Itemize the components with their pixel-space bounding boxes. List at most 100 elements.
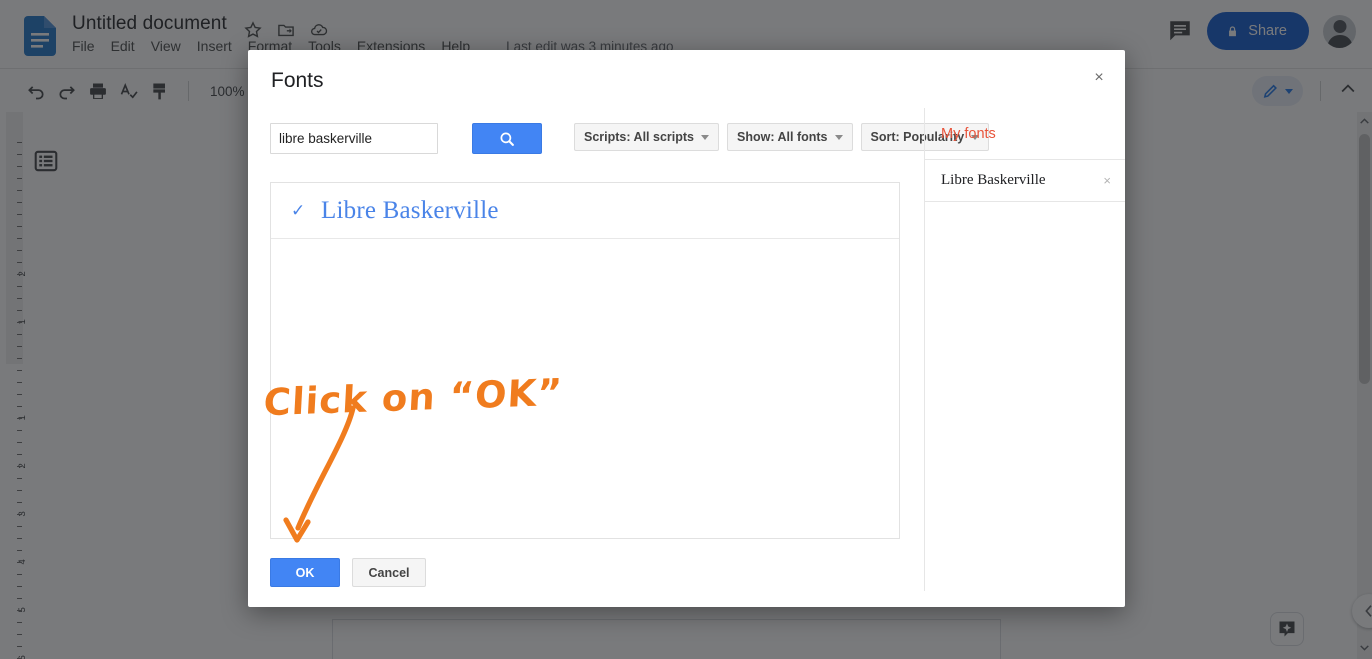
collapse-toolbar-button[interactable]: [1338, 79, 1358, 104]
search-icon: [500, 132, 514, 146]
paint-format-icon[interactable]: [150, 81, 170, 101]
list-item[interactable]: ✓ Libre Baskerville: [271, 183, 899, 239]
ruler-tick: [17, 562, 22, 563]
font-name-label: Libre Baskerville: [321, 196, 499, 224]
document-title[interactable]: Untitled document: [72, 13, 227, 35]
close-icon[interactable]: ×: [1087, 66, 1111, 90]
vertical-scrollbar[interactable]: [1357, 112, 1372, 659]
ruler-tick: [17, 286, 22, 287]
fonts-dialog: Fonts × Scripts: All scripts Show: All f…: [248, 50, 1125, 607]
ruler-tick: [17, 250, 22, 251]
ruler-tick: [17, 478, 22, 479]
font-results-list: ✓ Libre Baskerville: [270, 182, 900, 539]
menu-item-file[interactable]: File: [72, 38, 95, 54]
lock-icon: [1229, 25, 1237, 36]
scroll-down-arrow-icon[interactable]: [1358, 641, 1371, 656]
scripts-filter-label: Scripts: All scripts: [584, 130, 694, 144]
redo-icon[interactable]: [57, 81, 77, 101]
vertical-ruler[interactable]: 211234567891011: [6, 112, 28, 659]
my-fonts-heading: My fonts: [925, 108, 1125, 160]
cancel-button[interactable]: Cancel: [352, 558, 426, 587]
ruler-tick: [17, 262, 22, 263]
user-avatar[interactable]: [1323, 14, 1356, 48]
ruler-tick: [17, 406, 22, 407]
ruler-tick: [17, 274, 22, 275]
ruler-tick: [17, 466, 22, 467]
ruler-tick: [17, 622, 22, 623]
search-button[interactable]: [472, 123, 542, 154]
scripts-filter[interactable]: Scripts: All scripts: [574, 123, 719, 151]
checkmark-icon: ✓: [291, 201, 306, 220]
search-input[interactable]: [270, 123, 438, 154]
show-filter-label: Show: All fonts: [737, 130, 828, 144]
ruler-tick: [17, 202, 22, 203]
ruler-tick: [17, 610, 22, 611]
move-to-folder-icon[interactable]: [276, 20, 296, 40]
editing-mode-button[interactable]: [1252, 76, 1303, 106]
ruler-tick: [17, 526, 22, 527]
ruler-tick: [17, 646, 22, 647]
share-button-label: Share: [1248, 23, 1287, 39]
screen: Untitled document File Edit View Insert …: [0, 0, 1372, 659]
ruler-tick: [17, 382, 22, 383]
ruler-tick: [17, 634, 22, 635]
gemini-assist-button[interactable]: [1270, 612, 1304, 646]
ruler-tick: [17, 538, 22, 539]
ruler-tick: [17, 430, 22, 431]
collapse-side-panel-button[interactable]: [1352, 594, 1372, 628]
share-button[interactable]: Share: [1207, 12, 1309, 50]
undo-icon[interactable]: [26, 81, 46, 101]
menu-item-view[interactable]: View: [151, 38, 181, 54]
list-item[interactable]: Libre Baskerville ×: [925, 160, 1125, 202]
ruler-tick: [17, 418, 22, 419]
ruler-tick: [17, 598, 22, 599]
my-fonts-panel: My fonts Libre Baskerville ×: [924, 108, 1125, 591]
document-outline-icon[interactable]: [33, 148, 59, 174]
star-icon[interactable]: [243, 20, 263, 40]
menu-item-edit[interactable]: Edit: [111, 38, 135, 54]
ruler-tick: [17, 490, 22, 491]
ok-button[interactable]: OK: [270, 558, 340, 587]
show-filter[interactable]: Show: All fonts: [727, 123, 853, 151]
ruler-tick: [17, 370, 22, 371]
ruler-tick: [17, 454, 22, 455]
ruler-tick: [17, 358, 22, 359]
chevron-down-icon: [1285, 88, 1293, 94]
dialog-footer: OK Cancel: [270, 558, 426, 587]
comment-icon[interactable]: [1167, 18, 1193, 44]
header-right-actions: Share: [1167, 12, 1356, 50]
ruler-tick: [17, 502, 22, 503]
ruler-tick: [17, 154, 22, 155]
ruler-tick: [17, 298, 22, 299]
ruler-tick: [17, 550, 22, 551]
chevron-down-icon: [701, 134, 709, 140]
toolbar-divider: [188, 81, 189, 101]
print-icon[interactable]: [88, 81, 108, 101]
ruler-tick: [17, 166, 22, 167]
scroll-up-arrow-icon[interactable]: [1358, 115, 1371, 130]
ruler-tick: [17, 310, 22, 311]
ruler-tick: [17, 322, 22, 323]
spellcheck-icon[interactable]: [119, 81, 139, 101]
ruler-tick: [17, 142, 22, 143]
document-page[interactable]: [333, 620, 1000, 659]
zoom-level-label: 100%: [210, 83, 245, 99]
my-font-name-label: Libre Baskerville: [941, 172, 1046, 188]
ruler-tick: [17, 514, 22, 515]
font-search-row: [270, 123, 542, 154]
ruler-tick: [17, 334, 22, 335]
chevron-left-icon: [1365, 605, 1372, 617]
edit-pencil-icon: [1263, 84, 1277, 98]
google-docs-logo[interactable]: [24, 16, 56, 56]
ruler-tick: [17, 586, 22, 587]
ruler-tick: [17, 178, 22, 179]
scrollbar-thumb[interactable]: [1359, 134, 1370, 384]
ruler-tick: [17, 574, 22, 575]
remove-font-icon[interactable]: ×: [1103, 174, 1111, 187]
ruler-tick: [17, 442, 22, 443]
menu-item-insert[interactable]: Insert: [197, 38, 232, 54]
cloud-saved-icon[interactable]: [309, 20, 329, 40]
ruler-tick: [17, 394, 22, 395]
gemini-sparkle-icon: [1279, 621, 1295, 637]
ruler-tick: [17, 238, 22, 239]
